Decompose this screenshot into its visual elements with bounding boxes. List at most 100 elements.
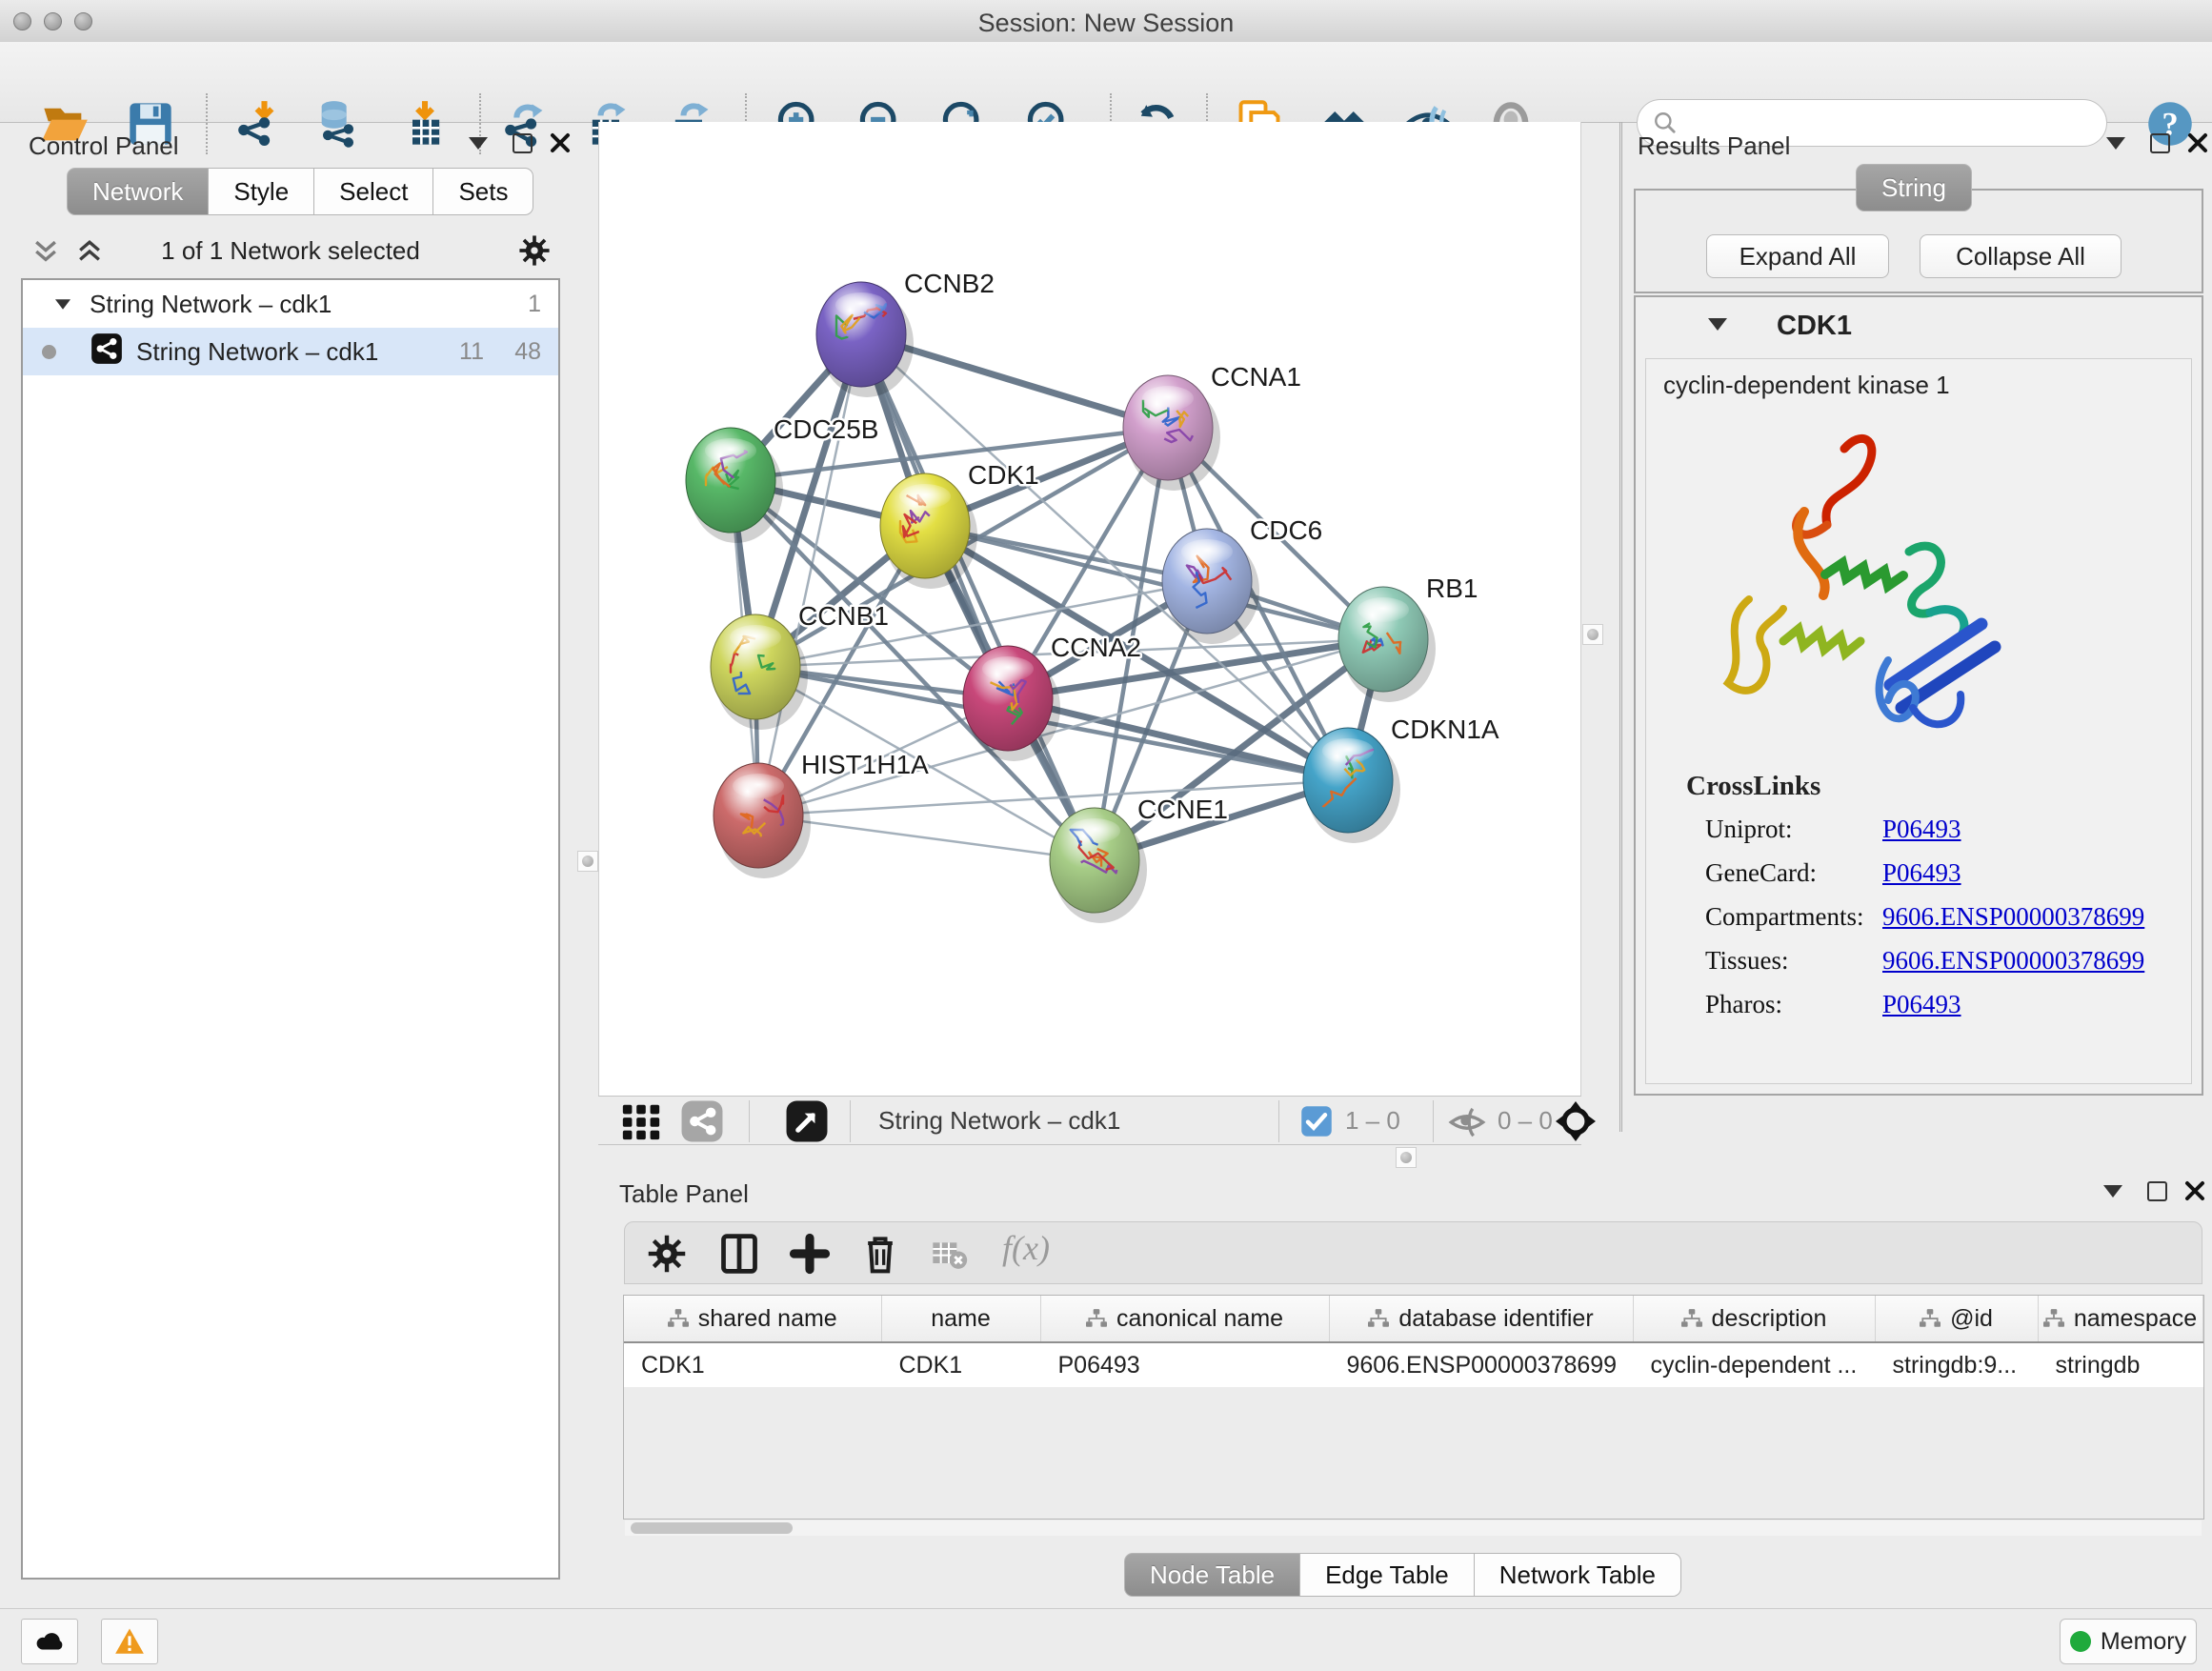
network-node-ccne1[interactable]: CCNE1 — [1050, 795, 1228, 923]
table-row[interactable]: CDK1CDK1P064939606.ENSP00000378699cyclin… — [624, 1342, 2202, 1387]
network-canvas[interactable]: CCNB2CCNA1CDC25BCDK1CDC6RB1CCNB1CCNA2CDK… — [598, 122, 1581, 1096]
network-node-ccnb2[interactable]: CCNB2 — [816, 269, 995, 397]
scrollbar-thumb[interactable] — [631, 1522, 793, 1534]
collapse-all-button[interactable]: Collapse All — [1920, 234, 2122, 278]
table-horizontal-scrollbar[interactable] — [625, 1520, 2202, 1536]
table-settings-button[interactable] — [646, 1233, 688, 1275]
birdseye-view-button[interactable] — [785, 1099, 829, 1143]
function-builder-button[interactable]: f(x) — [1002, 1228, 1050, 1268]
import-network-button[interactable] — [233, 99, 283, 149]
table-cell[interactable]: stringdb:9... — [1875, 1342, 2038, 1387]
network-row[interactable]: String Network – cdk1 11 48 — [23, 328, 558, 375]
collection-count: 1 — [528, 291, 541, 318]
crosslink-row: Compartments:9606.ENSP00000378699 — [1646, 902, 2191, 946]
memory-status-dot — [2070, 1631, 2091, 1652]
table-cell[interactable]: cyclin-dependent ... — [1633, 1342, 1875, 1387]
network-node-cdc6[interactable]: CDC6 — [1162, 515, 1322, 644]
column-label: shared name — [698, 1305, 837, 1333]
column-header[interactable]: @id — [1875, 1296, 2038, 1342]
grid-view-button[interactable] — [619, 1099, 663, 1143]
crosslink-label: Tissues: — [1705, 946, 1789, 976]
tab-network[interactable]: Network — [67, 168, 209, 215]
show-columns-button[interactable] — [718, 1233, 760, 1275]
tab-node-table[interactable]: Node Table — [1124, 1553, 1300, 1597]
tab-style[interactable]: Style — [209, 168, 314, 215]
entry-expand-icon[interactable] — [1708, 318, 1727, 331]
cloud-status-button[interactable] — [21, 1619, 78, 1664]
crosslink-link[interactable]: P06493 — [1882, 815, 1961, 844]
crosslink-row: GeneCard:P06493 — [1646, 858, 2191, 902]
gear-icon[interactable] — [518, 234, 551, 272]
table-cell[interactable]: 9606.ENSP00000378699 — [1329, 1342, 1633, 1387]
selected-count: 1 – 0 — [1345, 1106, 1400, 1136]
hidden-eye-icon[interactable] — [1448, 1103, 1486, 1141]
network-node-cdkn1a[interactable]: CDKN1A — [1303, 715, 1499, 843]
node-label: CCNB2 — [904, 269, 995, 298]
network-node-rb1[interactable]: RB1 — [1338, 574, 1478, 702]
network-edge[interactable] — [861, 334, 1095, 860]
column-type-icon — [1920, 1309, 1941, 1328]
warning-icon — [113, 1625, 146, 1658]
table-cell[interactable]: CDK1 — [624, 1342, 881, 1387]
tab-network-table[interactable]: Network Table — [1475, 1553, 1681, 1597]
crosslinks-list: Uniprot:P06493GeneCard:P06493Compartment… — [1646, 815, 2191, 1034]
column-type-icon — [1086, 1309, 1107, 1328]
column-header[interactable]: database identifier — [1329, 1296, 1633, 1342]
column-header[interactable]: shared name — [624, 1296, 881, 1342]
network-collection-row[interactable]: String Network – cdk1 1 — [23, 280, 558, 328]
node-label: CCNA1 — [1211, 362, 1301, 392]
network-node-ccnb1[interactable]: CCNB1 — [711, 601, 889, 730]
import-database-button[interactable] — [313, 99, 363, 149]
crosslink-link[interactable]: P06493 — [1882, 990, 1961, 1019]
fit-content-button[interactable] — [1553, 1098, 1599, 1144]
create-column-button[interactable] — [789, 1233, 831, 1275]
import-table-button[interactable] — [400, 99, 450, 149]
float-panel-icon[interactable] — [2150, 133, 2170, 153]
tab-select[interactable]: Select — [314, 168, 433, 215]
column-label: @id — [1950, 1305, 1993, 1333]
delete-table-button[interactable] — [930, 1233, 968, 1275]
float-panel-icon[interactable] — [513, 133, 533, 153]
column-header[interactable]: canonical name — [1040, 1296, 1329, 1342]
close-panel-icon[interactable] — [2183, 1179, 2206, 1207]
warnings-button[interactable] — [101, 1619, 158, 1664]
memory-button[interactable]: Memory — [2060, 1619, 2197, 1664]
column-label: namespace — [2074, 1305, 2197, 1333]
tab-string[interactable]: String — [1856, 164, 1972, 211]
network-node-hist1h1a[interactable]: HIST1H1A — [714, 750, 929, 878]
crosslink-link[interactable]: 9606.ENSP00000378699 — [1882, 902, 2144, 932]
bottom-splitter-handle[interactable] — [1396, 1147, 1417, 1168]
selected-checkbox[interactable] — [1299, 1104, 1334, 1138]
toolbar-separator — [206, 93, 208, 154]
table-cell[interactable]: CDK1 — [881, 1342, 1040, 1387]
table-cell[interactable]: P06493 — [1040, 1342, 1329, 1387]
collection-expand-icon[interactable] — [53, 298, 72, 311]
panel-menu-icon[interactable] — [2103, 1185, 2122, 1198]
float-panel-icon[interactable] — [2147, 1181, 2167, 1201]
left-splitter-handle[interactable] — [577, 851, 598, 872]
panel-menu-icon[interactable] — [2106, 137, 2125, 150]
right-splitter-handle[interactable] — [1582, 624, 1603, 645]
column-header[interactable]: namespace — [2038, 1296, 2202, 1342]
network-edge[interactable] — [758, 334, 861, 815]
node-label: HIST1H1A — [801, 750, 929, 779]
close-panel-icon[interactable] — [549, 131, 572, 159]
network-node-cdk1[interactable]: CDK1 — [880, 460, 1039, 589]
network-node-cdc25b[interactable]: CDC25B — [686, 414, 878, 543]
table-cell[interactable]: stringdb — [2038, 1342, 2202, 1387]
expand-all-button[interactable]: Expand All — [1706, 234, 1889, 278]
tab-sets[interactable]: Sets — [433, 168, 533, 215]
close-panel-icon[interactable] — [2186, 131, 2209, 159]
node-entry-header[interactable]: CDK1 — [1636, 297, 2202, 356]
delete-column-button[interactable] — [859, 1233, 901, 1275]
crosslink-link[interactable]: P06493 — [1882, 858, 1961, 888]
panel-menu-icon[interactable] — [469, 137, 488, 150]
table-panel-title: Table Panel — [619, 1179, 749, 1209]
column-header[interactable]: name — [881, 1296, 1040, 1342]
network-view-mode-button[interactable] — [680, 1099, 724, 1143]
status-bar: Memory — [0, 1608, 2212, 1671]
crosslink-link[interactable]: 9606.ENSP00000378699 — [1882, 946, 2144, 976]
tab-edge-table[interactable]: Edge Table — [1300, 1553, 1475, 1597]
column-header[interactable]: description — [1633, 1296, 1875, 1342]
network-selection-row: 1 of 1 Network selected — [21, 227, 560, 274]
